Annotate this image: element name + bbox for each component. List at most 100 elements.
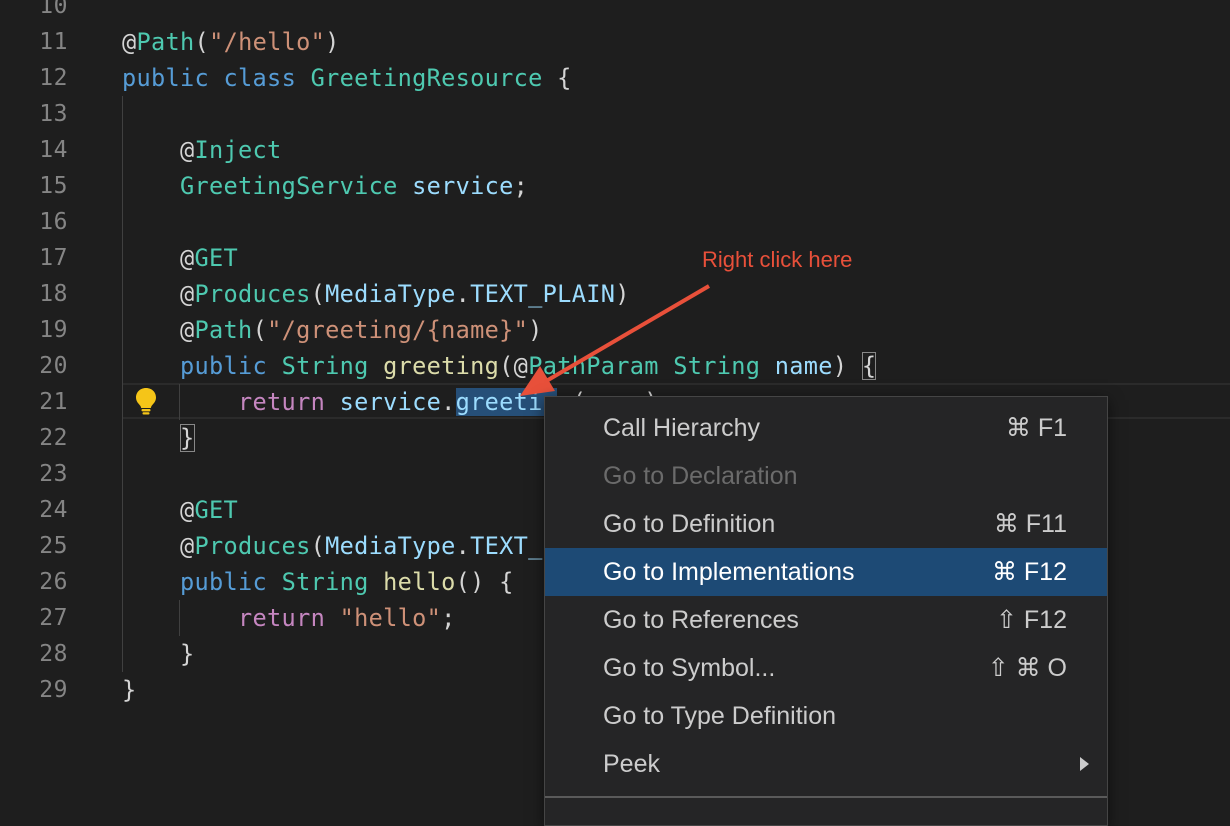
code-token: service (339, 388, 442, 416)
code-token: ) (832, 352, 862, 380)
code-token: Inject (194, 136, 282, 164)
line-number: 27 (39, 605, 68, 631)
menu-item-go-to-implementations[interactable]: Go to Implementations ⌘ F12 (545, 548, 1107, 596)
code-line[interactable]: 18 @Produces(MediaType.TEXT_PLAIN) (0, 276, 1230, 312)
code-text: public String greeting(@PathParam String… (122, 348, 877, 384)
code-token: () { (455, 568, 514, 596)
code-token: ( (310, 280, 326, 308)
line-number: 23 (39, 461, 68, 487)
code-token: Path (136, 28, 195, 56)
code-text: } (122, 420, 195, 456)
code-token: ( (252, 316, 268, 344)
code-line[interactable]: 10 (0, 0, 1230, 24)
code-token: } (122, 640, 195, 668)
submenu-arrow-icon (1080, 757, 1089, 771)
menu-item-shortcut: ⌘ F11 (993, 510, 1067, 538)
code-token: ) (528, 316, 543, 344)
code-token: name (774, 352, 833, 380)
code-text: @Produces(MediaType.TEXT_PLAIN) (122, 276, 630, 312)
menu-item-shortcut: ⇧ ⌘ O (987, 654, 1067, 682)
menu-item-go-to-references[interactable]: Go to References ⇧ F12 (545, 596, 1107, 644)
menu-item-go-to-declaration: Go to Declaration (545, 452, 1107, 500)
code-token: MediaType (325, 532, 456, 560)
menu-item-call-hierarchy[interactable]: Call Hierarchy ⌘ F1 (545, 404, 1107, 452)
code-line[interactable]: 17 @GET (0, 240, 1230, 276)
menu-item-shortcut: ⌘ F12 (991, 558, 1067, 586)
menu-item-peek[interactable]: Peek (545, 740, 1107, 788)
code-token: GET (194, 244, 239, 272)
matching-bracket: } (180, 424, 195, 452)
code-token: ( (194, 28, 210, 56)
code-text: public class GreetingResource { (122, 60, 572, 96)
line-number: 20 (39, 353, 68, 379)
annotation-label: Right click here (702, 247, 853, 272)
menu-item-shortcut: ⇧ F12 (996, 606, 1067, 634)
code-token: @ (122, 28, 137, 56)
menu-item-label: Go to Type Definition (603, 702, 837, 730)
line-number: 26 (39, 569, 68, 595)
code-text: @Path("/hello") (122, 24, 340, 60)
menu-item-label: Go to Symbol... (603, 654, 776, 682)
code-text: } (122, 636, 195, 672)
code-token: GET (194, 496, 239, 524)
code-line[interactable]: 14 @Inject (0, 132, 1230, 168)
line-number: 21 (39, 389, 68, 415)
code-token: ( (310, 532, 326, 560)
code-line[interactable]: 11 @Path("/hello") (0, 24, 1230, 60)
menu-item-label: Go to Definition (603, 510, 776, 538)
code-line[interactable]: 13 (0, 96, 1230, 132)
line-number: 13 (39, 101, 68, 127)
code-text: public String hello() { (122, 564, 514, 600)
line-number: 28 (39, 641, 68, 667)
code-token: ; (441, 604, 456, 632)
code-line[interactable]: 20 public String greeting(@PathParam Str… (0, 348, 1230, 384)
menu-item-shortcut: ⌘ F1 (1005, 414, 1067, 442)
lightbulb-icon[interactable] (133, 386, 159, 416)
code-line[interactable]: 19 @Path("/greeting/{name}") (0, 312, 1230, 348)
code-token: return (238, 388, 326, 416)
code-text: return "hello"; (122, 600, 456, 636)
menu-item-label: Call Hierarchy (603, 414, 760, 442)
line-number: 14 (39, 137, 68, 163)
line-number: 10 (39, 0, 68, 19)
code-line[interactable]: 15 GreetingService service; (0, 168, 1230, 204)
code-text: @Path("/greeting/{name}") (122, 312, 543, 348)
code-token: class (223, 64, 297, 92)
code-line[interactable]: 12 public class GreetingResource { (0, 60, 1230, 96)
code-text: GreetingService service; (122, 168, 528, 204)
code-text: @GET (122, 492, 238, 528)
code-token: @ (122, 532, 195, 560)
code-token: @ (122, 244, 195, 272)
code-token: "/hello" (209, 28, 326, 56)
line-number: 15 (39, 173, 68, 199)
matching-bracket: { (861, 352, 877, 380)
line-number: 17 (39, 245, 68, 271)
menu-item-go-to-type-definition[interactable]: Go to Type Definition (545, 692, 1107, 740)
code-token: greeting (383, 352, 500, 380)
selected-token: greetin (455, 388, 558, 416)
code-token: PathParam (528, 352, 659, 380)
code-token: public (180, 352, 268, 380)
menu-item-go-to-definition[interactable]: Go to Definition ⌘ F11 (545, 500, 1107, 548)
code-text: @Inject (122, 132, 282, 168)
code-token: public (180, 568, 268, 596)
code-line[interactable]: 16 (0, 204, 1230, 240)
code-token: MediaType (325, 280, 456, 308)
code-token: . (455, 532, 471, 560)
menu-item-go-to-symbol[interactable]: Go to Symbol... ⇧ ⌘ O (545, 644, 1107, 692)
code-token: "hello" (339, 604, 442, 632)
menu-item-label: Peek (603, 750, 660, 778)
code-token: @ (122, 280, 195, 308)
code-text: @GET (122, 240, 238, 276)
line-number: 25 (39, 533, 68, 559)
